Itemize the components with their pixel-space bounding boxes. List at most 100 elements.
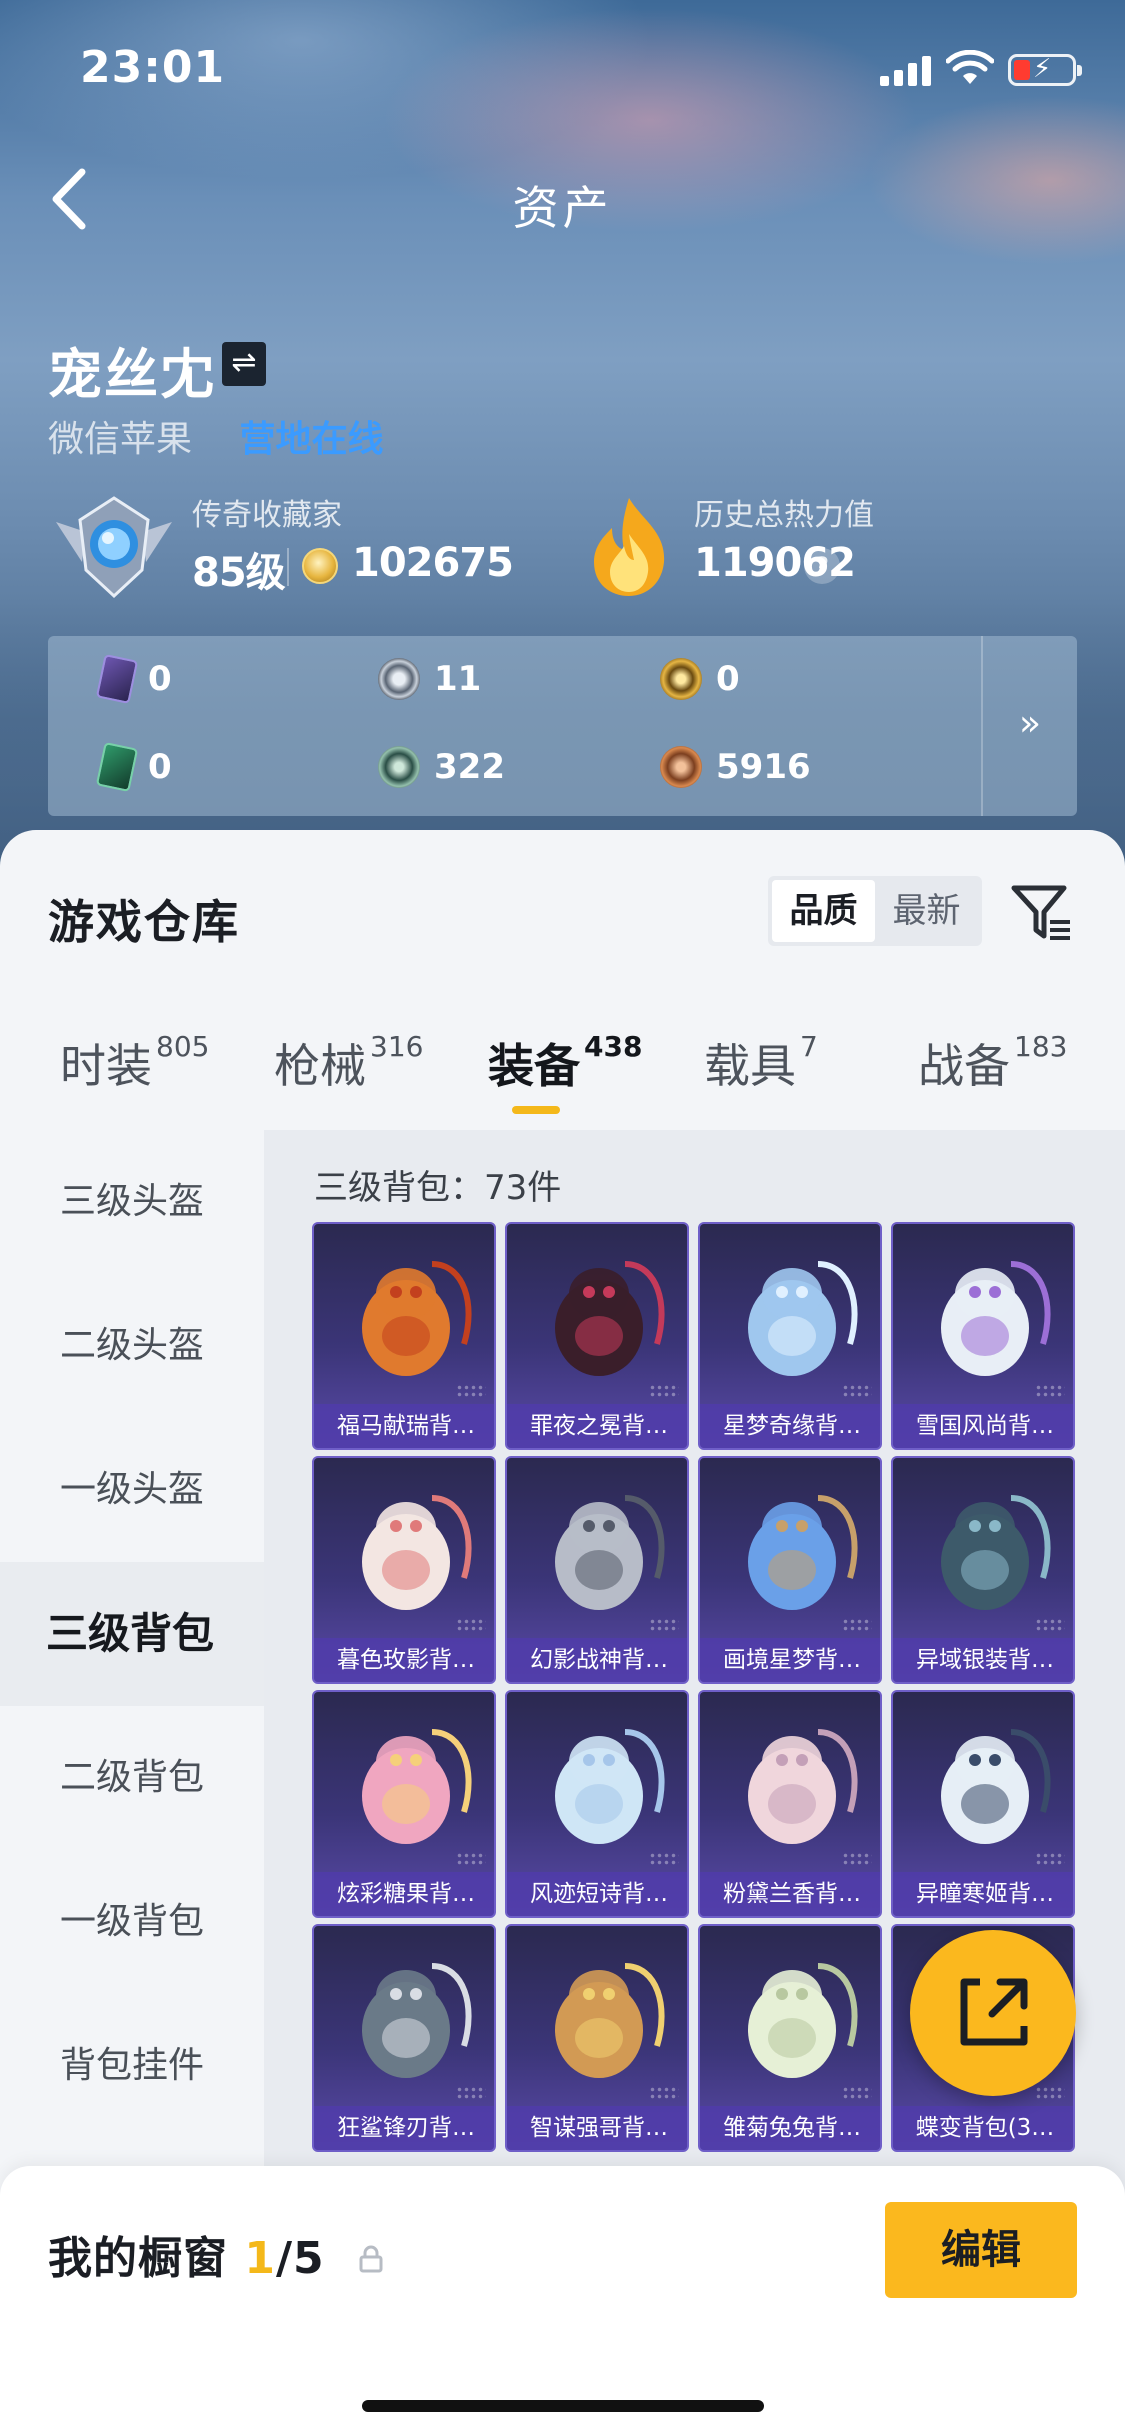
subcategory-item-active[interactable]: 三级背包 xyxy=(0,1562,264,1706)
backpack-image xyxy=(362,1963,472,2078)
silver-token-icon xyxy=(378,658,420,700)
item-card[interactable]: 星梦奇缘背… xyxy=(698,1222,882,1450)
item-card[interactable]: 粉黛兰香背… xyxy=(698,1690,882,1918)
status-time: 23:01 xyxy=(80,42,226,93)
backpack-image xyxy=(941,1729,1051,1844)
currency-item: 322 xyxy=(378,744,505,790)
player-level: 85级 xyxy=(192,550,286,596)
rarity-pattern xyxy=(1035,1852,1065,1866)
rarity-pattern xyxy=(456,1618,486,1632)
item-card[interactable]: 智谋强哥背… xyxy=(505,1924,689,2152)
online-status: 营地在线 xyxy=(239,419,384,460)
showcase-bar: 我的橱窗 1/5 编辑 xyxy=(0,2166,1125,2436)
nav-bar: 资产 xyxy=(0,150,1125,250)
rarity-pattern xyxy=(842,1384,872,1398)
rarity-pattern xyxy=(842,2086,872,2100)
tab-weapons[interactable]: 枪械 316 xyxy=(274,1030,423,1096)
item-card[interactable]: 罪夜之冕背… xyxy=(505,1222,689,1450)
item-name: 智谋强哥背… xyxy=(507,2106,687,2150)
rarity-pattern xyxy=(842,1618,872,1632)
currency-item: 0 xyxy=(95,653,172,705)
currency-item: 11 xyxy=(378,656,481,702)
subcategory-item[interactable]: 二级背包 xyxy=(0,1706,264,1850)
sort-latest-button[interactable]: 最新 xyxy=(875,880,978,942)
backpack-image xyxy=(941,1261,1051,1376)
gold-token-icon xyxy=(660,658,702,700)
item-name: 异瞳寒姬背… xyxy=(893,1872,1073,1916)
warehouse-title: 游戏仓库 xyxy=(48,895,240,949)
lock-icon xyxy=(359,2245,383,2273)
rarity-pattern xyxy=(649,1384,679,1398)
item-name: 画境星梦背… xyxy=(700,1638,880,1682)
tab-equipment[interactable]: 装备 438 xyxy=(488,1030,642,1096)
rarity-pattern xyxy=(456,2086,486,2100)
item-card[interactable]: 异域银装背… xyxy=(891,1456,1075,1684)
player-subtitle: 微信苹果 营地在线 xyxy=(48,410,383,462)
item-card[interactable]: 雪国风尚背… xyxy=(891,1222,1075,1450)
backpack-image xyxy=(362,1261,472,1376)
currency-item: 5916 xyxy=(660,744,811,790)
help-icon[interactable]: ? xyxy=(804,548,840,584)
subcategory-item[interactable]: 三级头盔 xyxy=(0,1130,264,1274)
collector-title: 传奇收藏家 xyxy=(192,498,342,533)
currency-panel: 0 11 0 0 322 5916 » xyxy=(48,636,1077,816)
item-card[interactable]: 炫彩糖果背… xyxy=(312,1690,496,1918)
item-card[interactable]: 福马献瑞背… xyxy=(312,1222,496,1450)
rarity-pattern xyxy=(649,2086,679,2100)
backpack-image xyxy=(362,1495,472,1610)
backpack-image xyxy=(555,1261,665,1376)
item-name: 雏菊兔兔背… xyxy=(700,2106,880,2150)
item-count-header: 三级背包：73件 xyxy=(314,1168,562,1208)
backpack-image xyxy=(748,1261,858,1376)
item-name: 福马献瑞背… xyxy=(314,1404,494,1448)
rarity-pattern xyxy=(1035,1618,1065,1632)
backpack-image xyxy=(748,1729,858,1844)
sort-quality-button[interactable]: 品质 xyxy=(772,880,875,942)
item-card[interactable]: 画境星梦背… xyxy=(698,1456,882,1684)
showcase-label: 我的橱窗 1/5 xyxy=(48,2233,325,2284)
backpack-image xyxy=(362,1729,472,1844)
item-name: 炫彩糖果背… xyxy=(314,1872,494,1916)
currency-expand-button[interactable]: » xyxy=(981,636,1077,816)
subcategory-item[interactable]: 一级头盔 xyxy=(0,1418,264,1562)
switch-account-icon[interactable]: ⇌ xyxy=(222,342,266,386)
item-card[interactable]: 雏菊兔兔背… xyxy=(698,1924,882,2152)
tab-vehicles[interactable]: 载具 7 xyxy=(704,1030,818,1096)
subcategory-item[interactable]: 背包挂件 xyxy=(0,1994,264,2138)
tab-fashion[interactable]: 时装 805 xyxy=(60,1030,209,1096)
item-card[interactable]: 风迹短诗背… xyxy=(505,1690,689,1918)
item-name: 蝶变背包(3… xyxy=(893,2106,1073,2150)
cellular-signal-icon xyxy=(880,56,932,86)
wifi-icon xyxy=(946,50,994,84)
item-name: 异域银装背… xyxy=(893,1638,1073,1682)
rarity-pattern xyxy=(1035,1384,1065,1398)
player-name: 宠丝冘 xyxy=(48,343,216,406)
home-indicator xyxy=(362,2400,764,2412)
currency-value: 0 xyxy=(716,659,740,699)
bronze-coin-icon xyxy=(660,746,702,788)
item-name: 星梦奇缘背… xyxy=(700,1404,880,1448)
item-card[interactable]: 幻影战神背… xyxy=(505,1456,689,1684)
item-card[interactable]: 暮色玫影背… xyxy=(312,1456,496,1684)
currency-value: 0 xyxy=(148,659,172,699)
rarity-pattern xyxy=(456,1852,486,1866)
subcategory-item[interactable]: 一级背包 xyxy=(0,1850,264,1994)
item-name: 雪国风尚背… xyxy=(893,1404,1073,1448)
share-button[interactable] xyxy=(910,1930,1076,2096)
coin-count: 102675 xyxy=(352,540,514,586)
rarity-pattern xyxy=(649,1618,679,1632)
item-card[interactable]: 异瞳寒姬背… xyxy=(891,1690,1075,1918)
item-card[interactable]: 狂鲨锋刃背… xyxy=(312,1924,496,2152)
purple-card-icon xyxy=(95,653,139,705)
currency-value: 322 xyxy=(434,747,505,787)
sort-toggle: 品质 最新 xyxy=(768,876,982,946)
item-name: 狂鲨锋刃背… xyxy=(314,2106,494,2150)
backpack-image xyxy=(941,1495,1051,1610)
tab-supplies[interactable]: 战备 183 xyxy=(918,1030,1067,1096)
filter-icon[interactable] xyxy=(1008,880,1074,946)
category-tabs: 时装 805 枪械 316 装备 438 载具 7 战备 183 xyxy=(0,1030,1125,1140)
subcategory-item[interactable]: 二级头盔 xyxy=(0,1274,264,1418)
green-card-icon xyxy=(95,741,139,793)
edit-button[interactable]: 编辑 xyxy=(885,2202,1077,2298)
currency-value: 0 xyxy=(148,747,172,787)
